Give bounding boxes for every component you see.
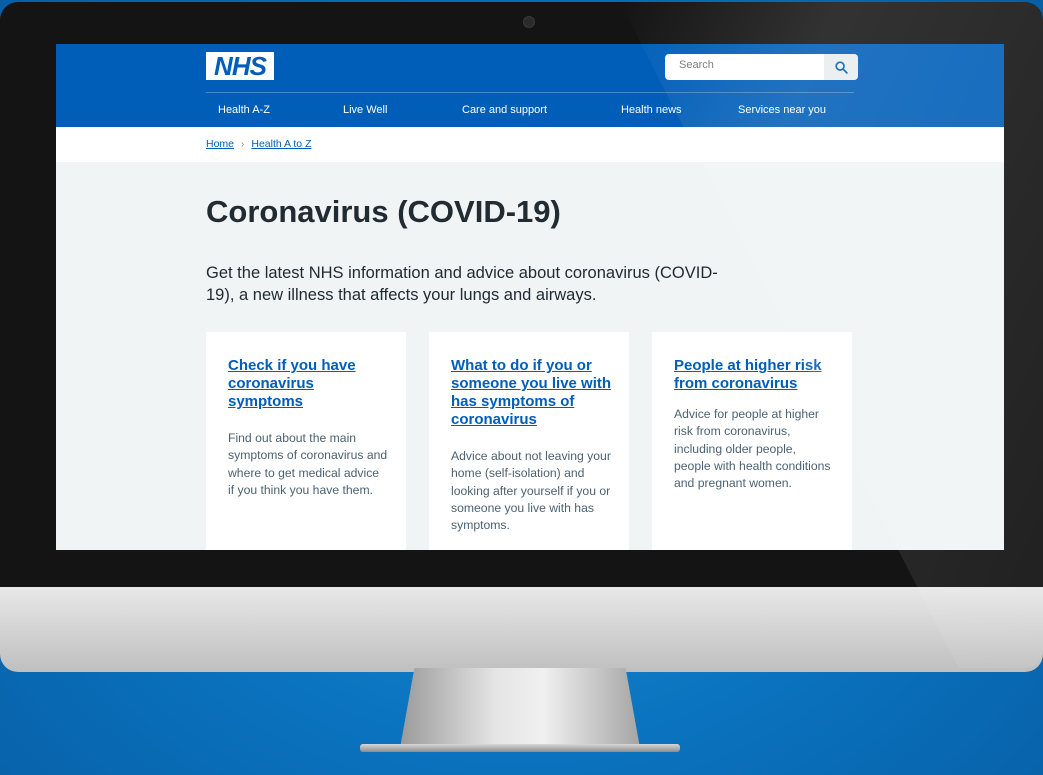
card-title-link[interactable]: What to do if you or someone you live wi… bbox=[451, 357, 616, 429]
card-what-to-do[interactable]: What to do if you or someone you live wi… bbox=[429, 332, 629, 550]
card-description: Advice for people at higher risk from co… bbox=[674, 407, 831, 491]
monitor-frame: NHS Health A-Z Live Well Care and suppor… bbox=[0, 2, 1043, 672]
webcam bbox=[523, 16, 535, 28]
page-title: Coronavirus (COVID-19) bbox=[206, 194, 561, 229]
search-input[interactable] bbox=[677, 58, 821, 72]
breadcrumb: Home › Health A to Z bbox=[56, 127, 1004, 162]
card-title-link[interactable]: Check if you have coronavirus symptoms bbox=[228, 357, 393, 411]
nav-item-care-and-support[interactable]: Care and support bbox=[462, 104, 547, 116]
card-description: Find out about the main symptoms of coro… bbox=[228, 431, 388, 497]
browser-screen: NHS Health A-Z Live Well Care and suppor… bbox=[56, 44, 1004, 550]
main-nav: Health A-Z Live Well Care and support He… bbox=[206, 104, 854, 120]
card-description: Advice about not leaving your home (self… bbox=[451, 449, 611, 533]
nav-item-health-news[interactable]: Health news bbox=[621, 104, 682, 116]
monitor-stand bbox=[400, 668, 640, 748]
monitor-base bbox=[360, 744, 680, 752]
card-title-link[interactable]: People at higher risk from coronavirus bbox=[674, 357, 839, 393]
card-higher-risk[interactable]: People at higher risk from coronavirus A… bbox=[652, 332, 852, 550]
nav-divider bbox=[206, 92, 854, 93]
breadcrumb-health-a-to-z[interactable]: Health A to Z bbox=[251, 138, 311, 150]
nav-item-health-a-z[interactable]: Health A-Z bbox=[218, 104, 270, 116]
search-icon bbox=[834, 60, 848, 74]
search-box bbox=[665, 54, 858, 80]
site-header: NHS Health A-Z Live Well Care and suppor… bbox=[56, 44, 1004, 127]
card-check-symptoms[interactable]: Check if you have coronavirus symptoms F… bbox=[206, 332, 406, 550]
breadcrumb-trail: Home › Health A to Z bbox=[206, 138, 311, 150]
nav-item-live-well[interactable]: Live Well bbox=[343, 104, 387, 116]
page-lede: Get the latest NHS information and advic… bbox=[206, 264, 718, 304]
breadcrumb-home[interactable]: Home bbox=[206, 138, 234, 150]
monitor-chin bbox=[0, 587, 1043, 672]
search-button[interactable] bbox=[824, 54, 858, 80]
breadcrumb-separator: › bbox=[241, 139, 245, 150]
nhs-logo[interactable]: NHS bbox=[206, 52, 274, 80]
nav-item-services-near-you[interactable]: Services near you bbox=[738, 104, 826, 116]
